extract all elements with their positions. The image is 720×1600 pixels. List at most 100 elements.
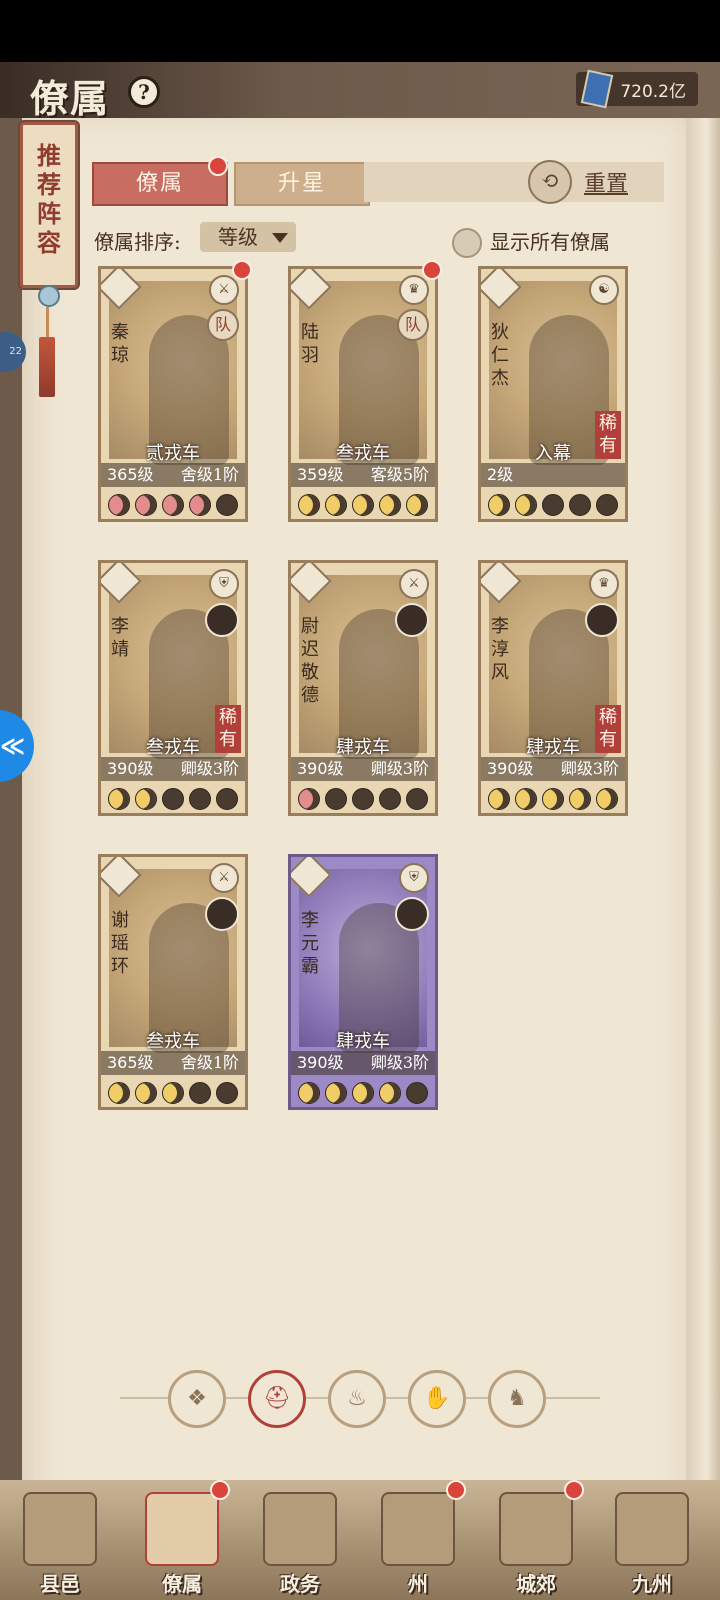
nav-label: 九州 [632,1572,672,1596]
portrait-image [109,281,237,465]
nav-suburbs[interactable]: 城郊 [488,1486,584,1596]
sort-dropdown[interactable]: 等级 [200,222,296,252]
reset-button[interactable]: 重置 [584,166,628,198]
chevron-down-icon [272,233,288,243]
tassel-icon [38,285,60,415]
level-value: 390级 [487,759,534,778]
nav-affairs[interactable]: 政务 [252,1486,348,1596]
chevron-left-icon: ≪ [0,732,26,760]
grade-value: 舍级1阶 [180,465,239,484]
grade-value: 舍级1阶 [180,1053,239,1072]
lion-icon[interactable]: ♞ [488,1370,546,1428]
retainer-name: 尉迟敬德 [301,616,319,706]
rank-label: 叁戎车 [146,737,200,758]
nav-label: 县邑 [40,1572,80,1596]
moon-icon [134,788,157,810]
stats-row: 359级 客级5阶 [291,463,435,487]
moon-icon [406,788,429,810]
nav-retainers-badge [210,1480,230,1500]
level-value: 365级 [107,465,154,484]
avatar [205,897,239,931]
crown-icon: ♛ [589,569,619,599]
moon-icon [596,788,619,810]
moon-icon [161,494,184,516]
show-all-toggle[interactable] [452,228,482,258]
tab-star-up[interactable]: 升星 [234,162,370,206]
stats-row: 390级 卿级3阶 [291,1051,435,1075]
portrait-image [299,281,427,465]
moon-icon [351,1082,374,1104]
moon-icon [379,1082,402,1104]
retainer-name: 李元霸 [301,910,319,977]
moon-icon [134,494,157,516]
banner-text: 推荐阵容 [37,141,61,257]
nav-prefecture[interactable]: 州 [370,1486,466,1596]
sword-icon: ⚔ [209,275,239,305]
recommend-lineup-banner[interactable]: 推荐阵容 [20,122,78,288]
moon-icon [351,788,374,810]
rank-label: 入幕 [535,443,571,464]
stats-row: 365级 舍级1阶 [101,1051,245,1075]
nav-label: 政务 [280,1572,320,1596]
nav-retainers[interactable]: 僚属 [134,1486,230,1596]
avatar [205,603,239,637]
shield-icon: ⛨ [399,863,429,893]
reset-icon[interactable]: ⟲ [528,160,572,204]
moon-icon [134,1082,157,1104]
sort-value: 等级 [218,225,258,249]
moon-icon [107,788,130,810]
currency-display[interactable]: 720.2亿 [576,69,698,109]
retainer-card[interactable]: 秦琼 ⚔ 队贰戎车 365级 舍级1阶 [98,266,248,522]
moon-icon [297,788,320,810]
retainer-name: 李淳风 [491,616,509,683]
gourd-icon[interactable]: ♨ [328,1370,386,1428]
book-icon [581,69,614,109]
team-badge: 队 [207,309,239,341]
nav-label: 州 [408,1572,428,1596]
sword-icon: ⚔ [209,863,239,893]
avatar [585,603,619,637]
star-moons [481,785,625,813]
moon-icon [379,788,402,810]
nav-suburbs-badge [564,1480,584,1500]
helmet-icon[interactable]: ⛑ [248,1370,306,1428]
retainer-card[interactable]: 李淳风 ♛ 稀有 肆戎车 390级 卿级3阶 [478,560,628,816]
retainers-icon [145,1492,219,1566]
moon-icon [514,494,537,516]
retainer-card[interactable]: 李靖 ⛨ 稀有 叁戎车 390级 卿级3阶 [98,560,248,816]
level-value: 390级 [297,1053,344,1072]
prefecture-icon [381,1492,455,1566]
retainer-name: 李靖 [111,616,129,660]
retainer-name: 狄仁杰 [491,322,509,389]
level-value: 359级 [297,465,344,484]
avatar [395,603,429,637]
moon-icon [487,788,510,810]
shield-icon: ⛨ [209,569,239,599]
star-moons [291,491,435,519]
grade-value: 客级5阶 [370,465,429,484]
fan-icon[interactable]: ✋ [408,1370,466,1428]
moon-icon [324,788,347,810]
status-bar [0,0,720,62]
nav-prefecture-badge [446,1480,466,1500]
retainer-card[interactable]: 尉迟敬德 ⚔ 肆戎车 390级 卿级3阶 [288,560,438,816]
nav-nine-provinces[interactable]: 九州 [604,1486,700,1596]
level-value: 365级 [107,1053,154,1072]
nav-label: 城郊 [516,1572,556,1596]
diamond-icon[interactable]: ❖ [168,1370,226,1428]
moon-icon [569,788,592,810]
retainer-name: 陆羽 [301,322,319,366]
retainer-card[interactable]: 李元霸 ⛨ 肆戎车 390级 卿级3阶 [288,854,438,1110]
show-all-label[interactable]: 显示所有僚属 [490,226,610,255]
moon-icon [297,494,320,516]
retainer-card[interactable]: 狄仁杰 ☯ 稀有 入幕 2级 [478,266,628,522]
title-bar: 僚属 ? 720.2亿 [0,62,720,121]
rank-label: 肆戎车 [526,737,580,758]
retainer-card[interactable]: 谢瑶环 ⚔ 叁戎车 365级 舍级1阶 [98,854,248,1110]
retainer-card[interactable]: 陆羽 ♛ 队叁戎车 359级 客级5阶 [288,266,438,522]
question-icon[interactable]: ? [128,76,160,108]
nav-county[interactable]: 县邑 [12,1486,108,1596]
grade-value: 卿级3阶 [180,759,239,778]
county-icon [23,1492,97,1566]
moon-icon [189,1082,212,1104]
